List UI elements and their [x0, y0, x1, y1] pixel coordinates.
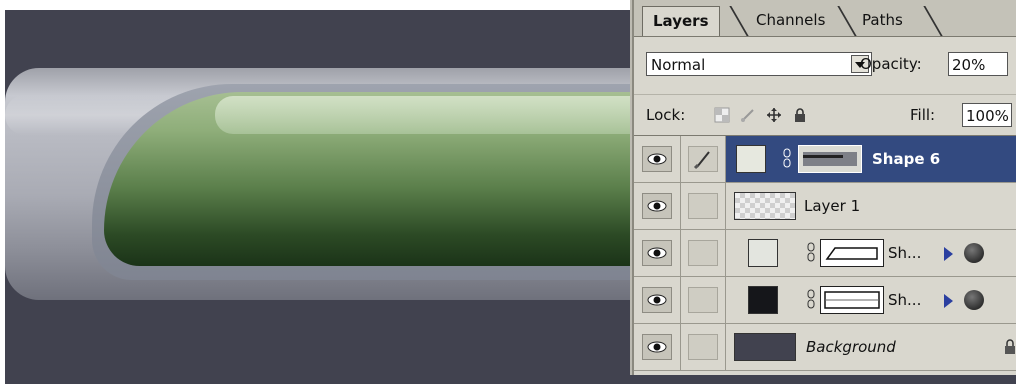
chain-link-icon[interactable]	[806, 242, 816, 262]
chain-link-icon[interactable]	[782, 148, 792, 168]
lock-all-icon[interactable]	[792, 107, 808, 123]
lock-position-move-icon[interactable]	[766, 107, 782, 123]
visibility-cell	[634, 230, 681, 276]
layer-effects-icon[interactable]	[964, 290, 984, 310]
tab-layers[interactable]: Layers	[642, 6, 720, 36]
eye-icon[interactable]	[642, 146, 672, 172]
tab-paths[interactable]: Paths	[852, 6, 913, 35]
palette-tabs: Layers Channels Paths	[634, 0, 1016, 37]
link-cell	[681, 230, 726, 276]
layer-row-shape-6[interactable]: Shape 6	[634, 136, 1016, 183]
lock-image-brush-icon[interactable]	[740, 107, 756, 123]
layer-row-shape[interactable]: Sh...	[634, 277, 1016, 324]
opacity-label: Opacity:	[860, 55, 922, 73]
tab-divider	[923, 6, 943, 36]
visibility-cell	[634, 277, 681, 323]
blend-mode-value: Normal	[651, 56, 706, 74]
lock-icon	[1005, 339, 1015, 354]
fill-label: Fill:	[910, 106, 936, 124]
vector-mask-thumbnail	[820, 239, 884, 267]
layer-thumbnail	[748, 286, 778, 314]
layer-name: Sh...	[888, 244, 922, 262]
layer-thumbnail	[748, 239, 778, 267]
layer-thumbnail	[734, 333, 796, 361]
empty-link-box[interactable]	[688, 240, 718, 266]
layer-content: Shape 6	[726, 136, 1016, 182]
layer-name: Layer 1	[804, 197, 861, 215]
link-cell	[681, 277, 726, 323]
visibility-cell	[634, 136, 681, 182]
layer-thumbnail	[736, 145, 766, 173]
layer-name: Background	[806, 338, 896, 356]
expand-triangle-icon[interactable]	[944, 247, 953, 261]
layer-row-layer-1[interactable]: Layer 1	[634, 183, 1016, 230]
vector-mask-thumbnail	[798, 145, 862, 173]
fill-field[interactable]: 100%	[962, 103, 1012, 127]
lock-row: Lock: Fill: 100%	[634, 94, 1016, 135]
layers-palette: Layers Channels Paths Normal Opacity: 20…	[632, 0, 1016, 375]
eye-icon[interactable]	[642, 287, 672, 313]
layer-name: Shape 6	[872, 150, 941, 168]
empty-link-box[interactable]	[688, 334, 718, 360]
layer-content: Layer 1	[726, 183, 1016, 229]
layer-content: Sh...	[726, 230, 1016, 276]
empty-link-box[interactable]	[688, 193, 718, 219]
layer-content: Sh...	[726, 277, 1016, 323]
transparent-layer-thumbnail	[734, 192, 796, 220]
empty-link-box[interactable]	[688, 287, 718, 313]
layer-effects-icon[interactable]	[964, 243, 984, 263]
link-cell	[681, 183, 726, 229]
brush-icon[interactable]	[688, 146, 718, 172]
eye-icon[interactable]	[642, 193, 672, 219]
layer-content: Background	[726, 324, 1016, 370]
eye-icon[interactable]	[642, 334, 672, 360]
lock-label: Lock:	[646, 106, 686, 124]
layer-name: Sh...	[888, 291, 922, 309]
link-cell	[681, 136, 726, 182]
layer-row-shape[interactable]: Sh...	[634, 230, 1016, 277]
opacity-field[interactable]: 20%	[948, 52, 1008, 76]
visibility-cell	[634, 324, 681, 370]
layer-row-background[interactable]: Background	[634, 324, 1016, 371]
link-cell	[681, 324, 726, 370]
tab-channels[interactable]: Channels	[746, 6, 835, 35]
chain-link-icon[interactable]	[806, 289, 816, 309]
lock-transparency-icon[interactable]	[714, 107, 730, 123]
expand-triangle-icon[interactable]	[944, 294, 953, 308]
blend-row: Normal Opacity: 20%	[634, 44, 1016, 84]
blend-mode-select[interactable]: Normal	[646, 52, 872, 76]
layers-list: Shape 6 Layer 1 Sh... Sh... Background	[634, 135, 1016, 376]
visibility-cell	[634, 183, 681, 229]
eye-icon[interactable]	[642, 240, 672, 266]
vector-mask-thumbnail	[820, 286, 884, 314]
